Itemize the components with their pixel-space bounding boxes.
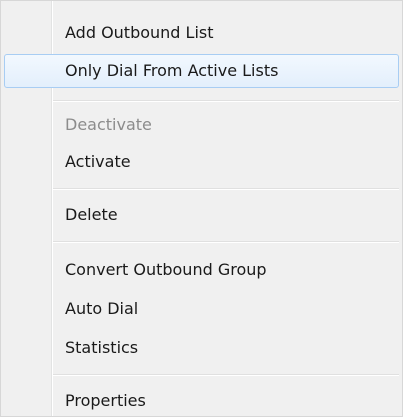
menu-separator [53, 100, 399, 102]
menu-separator [53, 241, 399, 243]
menu-item-activate[interactable]: Activate [4, 145, 399, 179]
menu-separator [53, 188, 399, 190]
menu-item-convert-outbound-group[interactable]: Convert Outbound Group [4, 253, 399, 287]
menu-item-properties[interactable]: Properties [4, 384, 399, 417]
menu-item-deactivate: Deactivate [65, 115, 152, 134]
menu-item-only-dial-from-active-lists[interactable]: Only Dial From Active Lists [4, 54, 399, 88]
menu-separator [53, 374, 399, 376]
menu-item-delete[interactable]: Delete [4, 198, 399, 232]
menu-item-statistics[interactable]: Statistics [4, 331, 399, 365]
context-menu: Add Outbound List Only Dial From Active … [0, 0, 403, 417]
menu-item-auto-dial[interactable]: Auto Dial [4, 292, 399, 326]
menu-item-add-outbound-list[interactable]: Add Outbound List [4, 16, 399, 50]
